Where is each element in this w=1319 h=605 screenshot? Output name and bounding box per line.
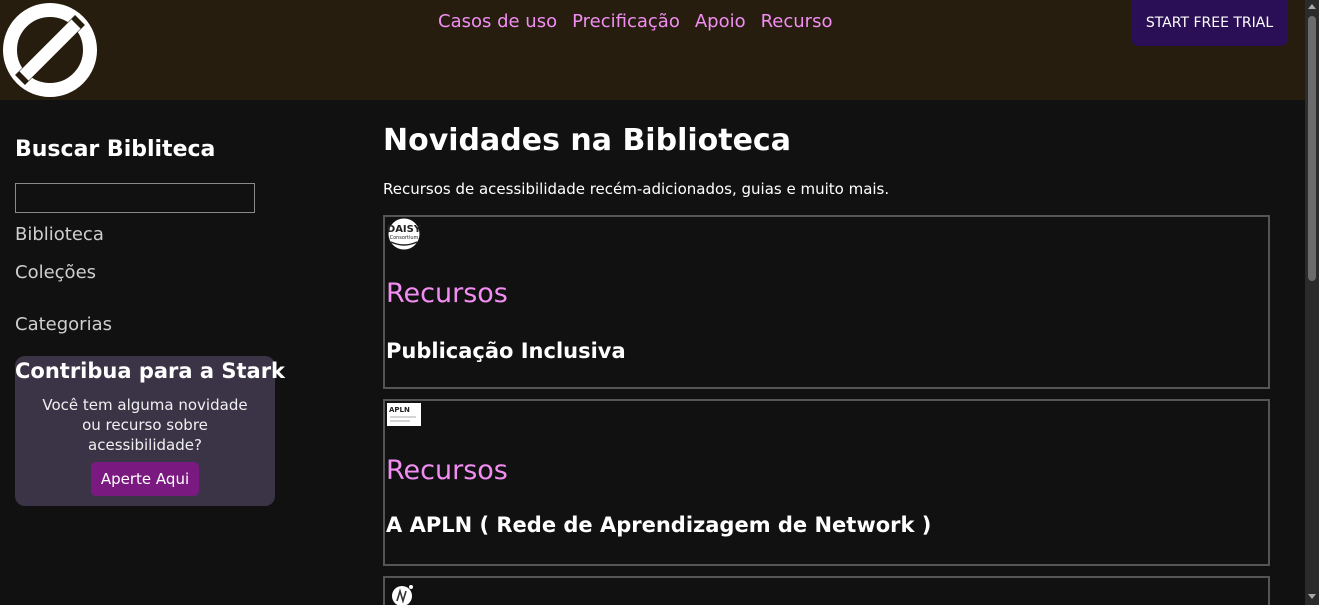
nav-precificacao[interactable]: Precificação [572,11,680,32]
contribute-panel: Contribua para a Stark Você tem alguma n… [15,356,286,506]
card-title: Publicação Inclusiva [386,339,626,363]
card-title: A APLN ( Rede de Aprendizagem de Network… [386,513,932,537]
page-scrollbar[interactable] [1305,0,1319,605]
contribute-text: Você tem alguma novidade ou recurso sobr… [42,396,248,454]
search-title: Buscar Bibliteca [15,137,216,162]
contribute-button[interactable]: Aperte Aqui [90,462,200,496]
svg-text:Consortium: Consortium [390,235,419,241]
sidebar-link-categorias[interactable]: Categorias [15,314,112,335]
stark-logo-icon[interactable] [2,2,98,98]
nav-apoio[interactable]: Apoio [695,11,746,32]
sidebar-link-biblioteca[interactable]: Biblioteca [15,224,104,245]
scroll-down-arrow-icon[interactable] [1308,594,1316,599]
nav-casos-de-uso[interactable]: Casos de uso [438,11,557,32]
resource-card[interactable] [383,576,1270,605]
resource-card[interactable]: APLN Recursos A APLN ( Rede de Aprendiza… [383,399,1270,566]
page-subtitle: Recursos de acessibilidade recém-adicion… [383,180,890,198]
card-type: Recursos [386,455,508,486]
contribute-title: Contribua para a Stark [15,359,286,383]
apln-logo-icon: APLN [387,403,421,426]
svg-text:APLN: APLN [389,406,410,414]
sidebar-link-colecoes[interactable]: Coleções [15,262,96,283]
resource-logo-icon [392,585,413,605]
daisy-consortium-logo-icon: DAISY Consortium [387,218,422,250]
main-nav: Casos de uso Precificação Apoio Recurso [438,11,832,32]
start-free-trial-button[interactable]: START FREE TRIAL [1131,0,1288,46]
scroll-up-arrow-icon[interactable] [1308,4,1316,9]
resource-card[interactable]: DAISY Consortium Recursos Publicação Inc… [383,215,1270,389]
scrollbar-thumb[interactable] [1308,16,1316,281]
page-title: Novidades na Biblioteca [383,123,791,158]
card-type: Recursos [386,278,508,309]
site-header: Casos de uso Precificação Apoio Recurso … [0,0,1305,100]
search-input[interactable] [15,183,255,213]
nav-recurso[interactable]: Recurso [761,11,833,32]
svg-text:DAISY: DAISY [387,224,422,235]
